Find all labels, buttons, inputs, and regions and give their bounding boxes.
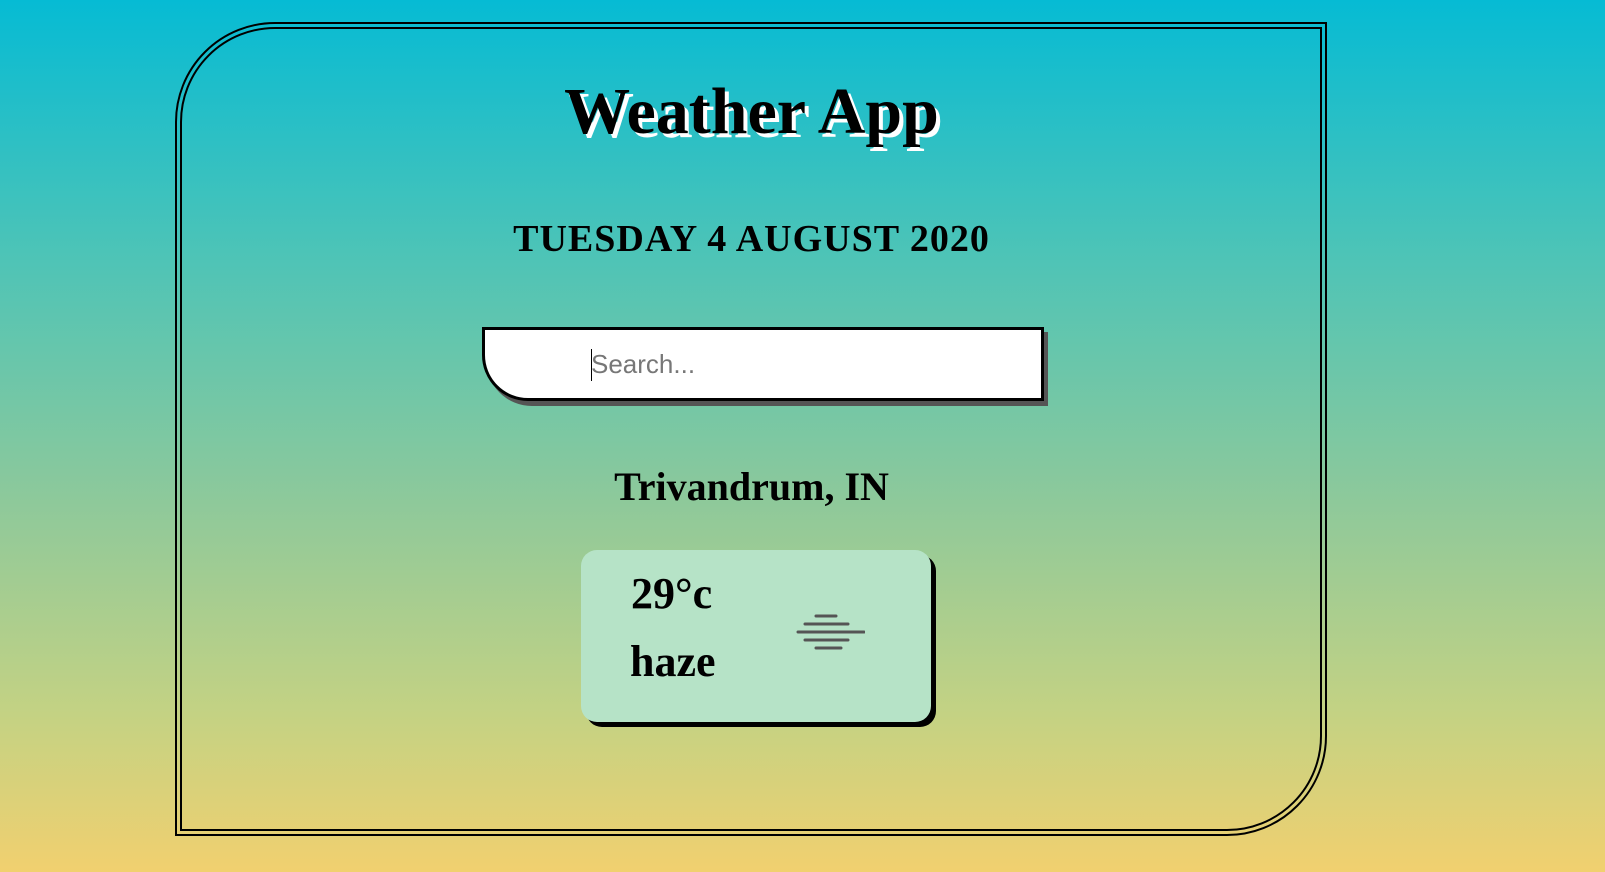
search-box[interactable] bbox=[482, 327, 1044, 401]
weather-card: 29°c haze bbox=[581, 550, 931, 722]
search-input[interactable] bbox=[591, 330, 1031, 398]
weather-condition: haze bbox=[630, 637, 716, 686]
date-display: TUESDAY 4 AUGUST 2020 bbox=[513, 218, 990, 260]
text-cursor bbox=[591, 349, 592, 381]
location-label: Trivandrum, IN bbox=[614, 464, 889, 509]
haze-icon bbox=[796, 614, 865, 650]
temperature-value: 29°c bbox=[631, 569, 713, 618]
app-title: Weather App bbox=[564, 75, 939, 148]
